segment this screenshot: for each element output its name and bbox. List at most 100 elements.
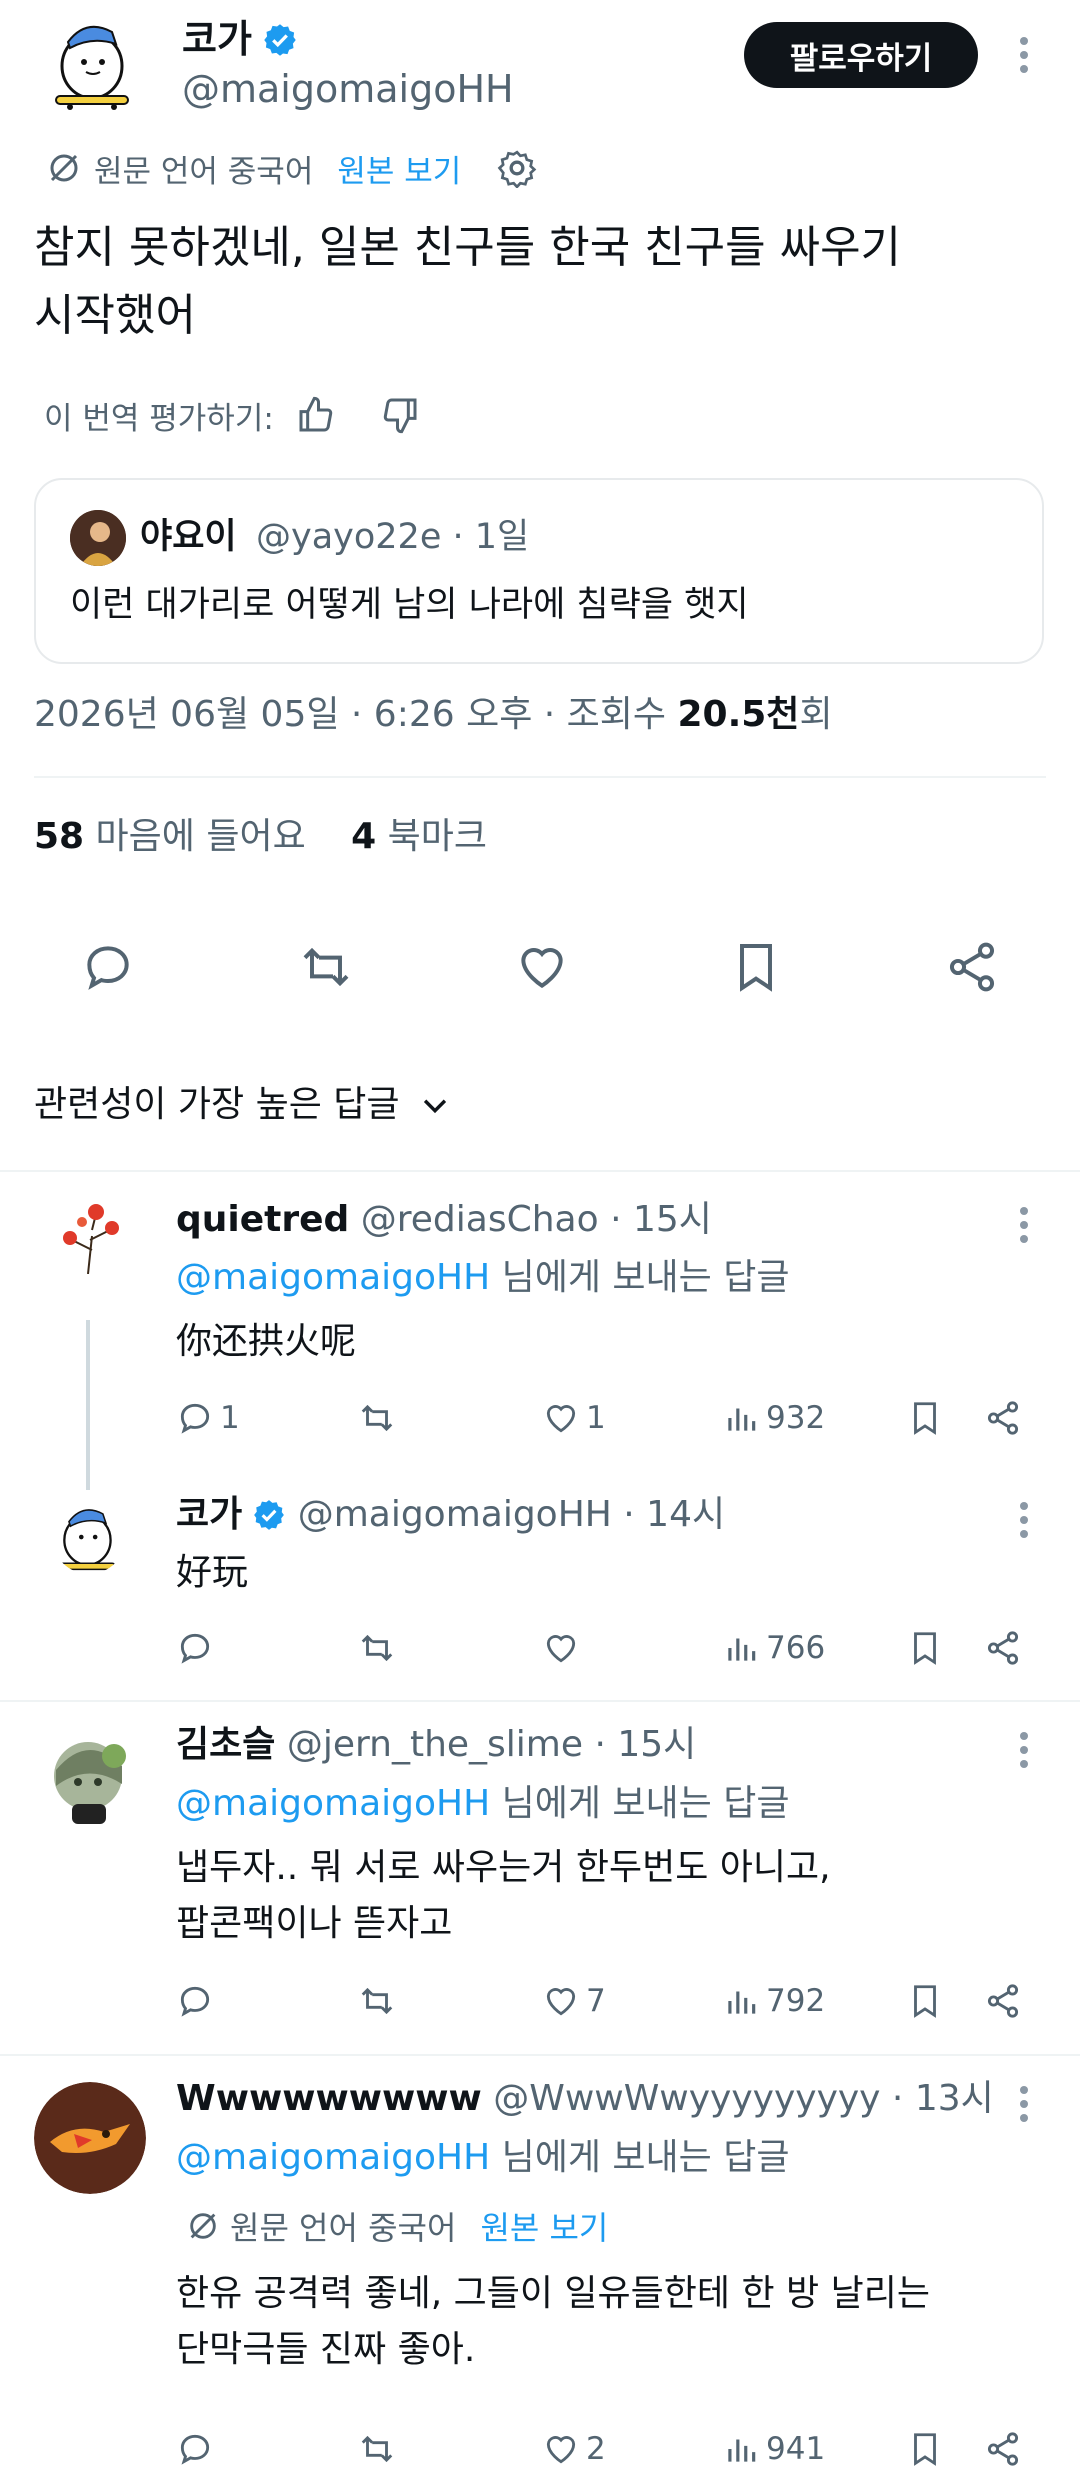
engagement-stats: 58 마음에 들어요 4 북마크 — [34, 810, 487, 864]
bookmark-icon[interactable] — [906, 1976, 944, 2026]
like-icon[interactable] — [510, 935, 574, 999]
share-icon[interactable] — [940, 935, 1004, 999]
reply-icon[interactable] — [76, 935, 140, 999]
views-stat[interactable]: 792 — [722, 1976, 825, 2026]
translate-icon — [46, 150, 82, 186]
rate-translation-label: 이 번역 평가하기: — [44, 400, 274, 437]
tweet-timestamp: 2026년 06월 05일 · 6:26 오후 · 조회수 20.5천회 — [34, 694, 833, 735]
thumbs-down-icon[interactable] — [380, 395, 420, 435]
sort-label: 관련성이 가장 높은 답글 — [34, 1084, 400, 1125]
bookmark-icon[interactable] — [906, 1623, 944, 1673]
reply-author-name[interactable]: 코가 — [176, 1494, 242, 1535]
share-icon[interactable] — [984, 1623, 1022, 1673]
divider — [0, 1700, 1080, 1702]
reply-button[interactable]: 1 — [176, 1393, 240, 1443]
author-name[interactable]: 코가 — [182, 14, 298, 64]
translated-from-label: 원문 언어 중국어 — [94, 153, 314, 190]
reply-avatar[interactable] — [52, 1500, 126, 1574]
reply-header: quietred @rediasChao · 15시 — [176, 1195, 712, 1245]
tweet-text: 참지 못하겠네, 일본 친구들 한국 친구들 싸우기 시작했어 — [34, 222, 902, 341]
reply-meta: @jern_the_slime · 15시 — [275, 1724, 697, 1765]
quote-avatar[interactable] — [70, 510, 126, 566]
translate-icon — [186, 2209, 220, 2243]
reply-avatar[interactable] — [34, 2082, 146, 2194]
show-original-link[interactable]: 원본 보기 — [480, 2203, 608, 2249]
quoted-tweet[interactable]: 야요이 @yayo22e · 1일 이런 대가리로 어떻게 남의 나라에 침략을… — [34, 478, 1044, 664]
more-options-icon[interactable] — [1018, 1205, 1030, 1245]
rate-translation: 이 번역 평가하기: — [44, 390, 420, 440]
thumbs-up-icon[interactable] — [296, 395, 336, 435]
reply-header: Wwwwwwwww @WwwWwyyyyyyyyy · 13시 — [176, 2074, 994, 2124]
reply-button[interactable] — [176, 1976, 220, 2026]
reply-button[interactable] — [176, 1623, 220, 1673]
tweet-actions — [34, 935, 1046, 999]
reply-header: 코가 @maigomaigoHH · 14시 — [176, 1490, 725, 1540]
gear-icon[interactable] — [497, 148, 537, 188]
reply-actions: 1 1 932 — [176, 1393, 1036, 1443]
share-icon[interactable] — [984, 1976, 1022, 2026]
like-button[interactable] — [542, 1623, 586, 1673]
reply-text: 냅두자.. 뭐 서로 싸우는거 한두번도 아니고, 팝콘팩이나 뜯자고 — [176, 1847, 831, 1944]
reply-avatar[interactable] — [38, 1726, 142, 1830]
more-options-icon[interactable] — [1018, 2084, 1030, 2124]
replying-to: @maigomaigoHH 님에게 보내는 답글 — [176, 2137, 790, 2178]
replying-to: @maigomaigoHH 님에게 보내는 답글 — [176, 1257, 790, 1298]
more-options-icon[interactable] — [1018, 1730, 1030, 1770]
author-avatar[interactable] — [46, 14, 142, 110]
mention-link[interactable]: @maigomaigoHH — [176, 1783, 490, 1824]
replying-to: @maigomaigoHH 님에게 보내는 답글 — [176, 1783, 790, 1824]
reply-text: 好玩 — [176, 1552, 249, 1593]
retweet-button[interactable] — [358, 1976, 402, 2026]
translated-from-label: 원문 언어 중국어 — [230, 2209, 457, 2247]
reply-text: 你还拱火呢 — [176, 1321, 357, 1362]
reply-button[interactable] — [176, 2424, 220, 2474]
quote-text: 이런 대가리로 어떻게 남의 나라에 침략을 햇지 — [70, 585, 749, 625]
verified-badge-icon — [262, 22, 298, 58]
divider — [0, 1170, 1080, 1172]
reply-actions: 766 — [176, 1623, 1036, 1673]
reply-author-name[interactable]: 김초슬 — [176, 1724, 275, 1765]
show-original-link[interactable]: 원본 보기 — [337, 146, 461, 191]
verified-badge-icon — [252, 1498, 286, 1532]
reply-text: 한유 공격력 좋네, 그들이 일유들한테 한 방 날리는 단막극들 진짜 좋아. — [176, 2273, 930, 2370]
author-handle[interactable]: @maigomaigoHH — [182, 64, 514, 114]
views-stat[interactable]: 932 — [722, 1393, 825, 1443]
views-stat[interactable]: 941 — [722, 2424, 825, 2474]
follow-button[interactable]: 팔로우하기 — [744, 22, 978, 88]
reply-author-name[interactable]: quietred — [176, 1199, 349, 1240]
divider — [34, 776, 1046, 778]
share-icon[interactable] — [984, 2424, 1022, 2474]
bookmark-icon[interactable] — [724, 935, 788, 999]
reply-author-name[interactable]: Wwwwwwwww — [176, 2078, 482, 2119]
divider — [0, 2054, 1080, 2056]
retweet-icon[interactable] — [294, 935, 358, 999]
share-icon[interactable] — [984, 1393, 1022, 1443]
translation-bar: 원문 언어 중국어 원본 보기 — [46, 144, 537, 192]
bookmark-icon[interactable] — [906, 1393, 944, 1443]
thread-line — [86, 1320, 90, 1490]
chevron-down-icon — [418, 1088, 452, 1122]
retweet-button[interactable] — [358, 1623, 402, 1673]
likes-stat[interactable]: 58 마음에 들어요 — [34, 816, 306, 857]
views-stat[interactable]: 766 — [722, 1623, 825, 1673]
bookmark-icon[interactable] — [906, 2424, 944, 2474]
quote-author-name[interactable]: 야요이 — [140, 512, 237, 562]
like-button[interactable]: 7 — [542, 1976, 606, 2026]
bookmarks-stat[interactable]: 4 북마크 — [351, 816, 487, 857]
mention-link[interactable]: @maigomaigoHH — [176, 2137, 490, 2178]
mention-link[interactable]: @maigomaigoHH — [176, 1257, 490, 1298]
retweet-button[interactable] — [358, 2424, 402, 2474]
reply-avatar[interactable] — [52, 1200, 126, 1274]
quote-author-meta: @yayo22e · 1일 — [256, 517, 530, 557]
more-options-icon[interactable] — [1018, 1500, 1030, 1540]
reply-sort-dropdown[interactable]: 관련성이 가장 높은 답글 — [34, 1078, 452, 1132]
reply-meta: @maigomaigoHH · 14시 — [286, 1494, 726, 1535]
more-options-icon[interactable] — [1018, 35, 1030, 75]
retweet-button[interactable] — [358, 1393, 402, 1443]
like-button[interactable]: 2 — [542, 2424, 606, 2474]
reply-actions: 2 941 — [176, 2424, 1036, 2474]
like-button[interactable]: 1 — [542, 1393, 606, 1443]
view-count: 20.5천 — [677, 694, 800, 735]
reply-meta: @WwwWwyyyyyyyyy · 13시 — [481, 2078, 994, 2119]
reply-header: 김초슬 @jern_the_slime · 15시 — [176, 1720, 696, 1770]
